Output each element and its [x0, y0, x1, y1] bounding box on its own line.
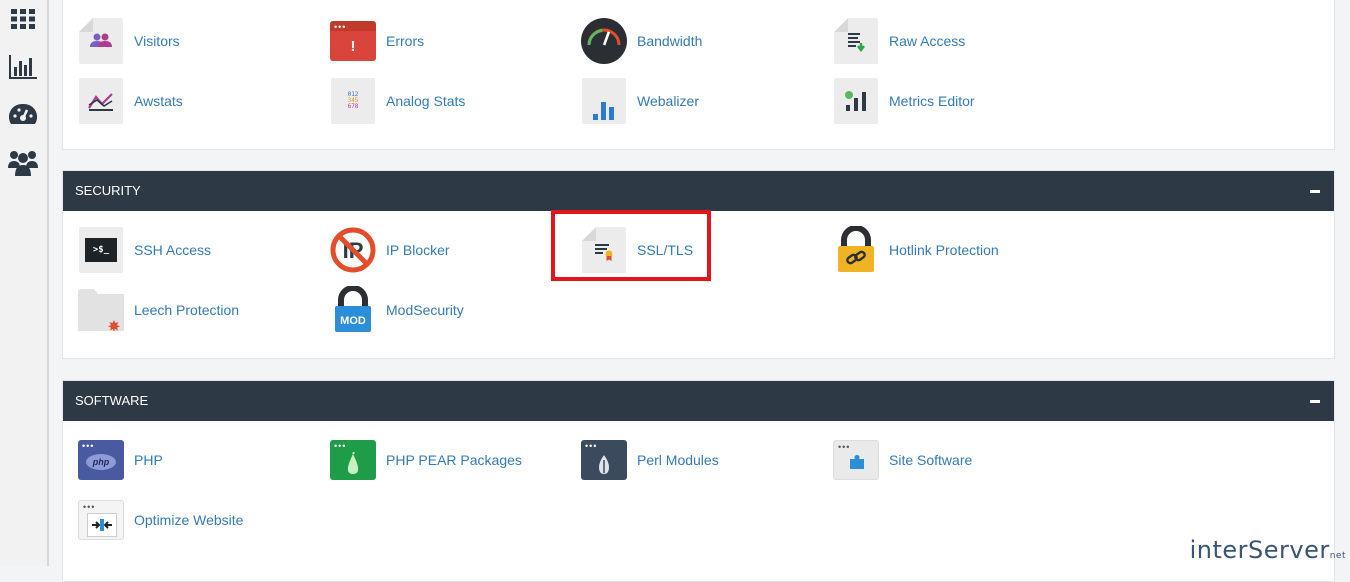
security-item-ssl-tls[interactable]: SSL/TLS [580, 225, 693, 275]
brand-suffix: net [1329, 551, 1346, 561]
software-header[interactable]: SOFTWARE [63, 381, 1334, 421]
metrics-item-label: Bandwidth [637, 33, 703, 49]
metrics-item-raw-access[interactable]: Raw Access [832, 16, 965, 66]
security-item-leech-protection[interactable]: Leech Protection [77, 285, 239, 335]
users-icon[interactable] [8, 148, 38, 178]
left-sidebar [0, 0, 49, 566]
site-software-icon: ••• [832, 436, 880, 484]
dashboard-gauge-icon[interactable] [8, 101, 38, 131]
software-item-label: Perl Modules [637, 452, 719, 468]
metrics-item-bandwidth[interactable]: Bandwidth [580, 16, 702, 66]
metrics-item-label: Raw Access [889, 33, 966, 49]
svg-text:MOD: MOD [340, 315, 366, 327]
security-item-label: ModSecurity [386, 302, 464, 318]
security-panel: SECURITY >$_ SSH Access IP IP Blocker SS… [62, 170, 1335, 359]
software-item-label: PHP [134, 452, 163, 468]
software-item-label: Site Software [889, 452, 973, 468]
metrics-item-awstats[interactable]: Awstats [77, 76, 183, 126]
security-item-ip-blocker[interactable]: IP IP Blocker [329, 225, 450, 275]
analog-stats-icon: 012 345 678 [329, 77, 377, 125]
errors-icon: ••• ! [329, 17, 377, 65]
php-icon: ••• php [77, 436, 125, 484]
visitors-icon [77, 17, 125, 65]
metrics-item-metrics-editor[interactable]: Metrics Editor [832, 76, 975, 126]
software-item-site-software[interactable]: ••• Site Software [832, 435, 972, 485]
stats-icon[interactable] [8, 52, 38, 82]
software-item-perl-modules[interactable]: ••• Perl Modules [580, 435, 719, 485]
ssh-access-icon: >$_ [77, 226, 125, 274]
security-item-label: IP Blocker [386, 242, 450, 258]
raw-access-icon [832, 17, 880, 65]
metrics-item-visitors[interactable]: Visitors [77, 16, 180, 66]
interserver-logo: interServernet [1190, 536, 1346, 564]
metrics-item-label: Analog Stats [386, 93, 466, 109]
security-item-label: Leech Protection [134, 302, 240, 318]
brand-name: interServer [1189, 536, 1330, 564]
metrics-panel: Visitors ••• ! Errors Bandwidth Raw Acce… [62, 0, 1335, 150]
software-panel: SOFTWARE ••• php PHP ••• PHP PEAR Packag… [62, 380, 1335, 582]
security-item-label: SSL/TLS [637, 242, 694, 258]
security-item-label: Hotlink Protection [889, 242, 999, 258]
ip-blocker-icon: IP [329, 226, 377, 274]
metrics-item-label: Awstats [134, 93, 183, 109]
grid-icon[interactable] [8, 4, 38, 34]
metrics-item-errors[interactable]: ••• ! Errors [329, 16, 424, 66]
metrics-item-label: Metrics Editor [889, 93, 975, 109]
ssl-tls-icon [580, 226, 628, 274]
leech-protection-icon [77, 286, 125, 334]
security-header[interactable]: SECURITY [63, 171, 1334, 211]
metrics-editor-icon [832, 77, 880, 125]
metrics-item-label: Visitors [134, 33, 180, 49]
collapse-minus-icon[interactable] [1310, 393, 1322, 409]
security-title: SECURITY [75, 183, 141, 198]
software-title: SOFTWARE [75, 393, 149, 408]
php-pear-icon: ••• [329, 436, 377, 484]
collapse-minus-icon[interactable] [1310, 183, 1322, 199]
metrics-item-analog-stats[interactable]: 012 345 678 Analog Stats [329, 76, 465, 126]
software-item-label: Optimize Website [134, 512, 244, 528]
security-item-hotlink-protection[interactable]: Hotlink Protection [832, 225, 999, 275]
modsecurity-icon: MOD [329, 286, 377, 334]
bandwidth-icon [580, 17, 628, 65]
software-item-php-pear[interactable]: ••• PHP PEAR Packages [329, 435, 522, 485]
optimize-website-icon: ••• [77, 496, 125, 544]
metrics-item-webalizer[interactable]: Webalizer [580, 76, 699, 126]
awstats-icon [77, 77, 125, 125]
security-item-modsecurity[interactable]: MOD ModSecurity [329, 285, 464, 335]
security-item-ssh-access[interactable]: >$_ SSH Access [77, 225, 211, 275]
metrics-item-label: Webalizer [637, 93, 699, 109]
perl-modules-icon: ••• [580, 436, 628, 484]
software-item-label: PHP PEAR Packages [386, 452, 522, 468]
metrics-item-label: Errors [386, 33, 425, 49]
hotlink-protection-icon [832, 226, 880, 274]
software-item-php[interactable]: ••• php PHP [77, 435, 163, 485]
software-item-optimize-website[interactable]: ••• Optimize Website [77, 495, 243, 545]
webalizer-icon [580, 77, 628, 125]
security-item-label: SSH Access [134, 242, 212, 258]
